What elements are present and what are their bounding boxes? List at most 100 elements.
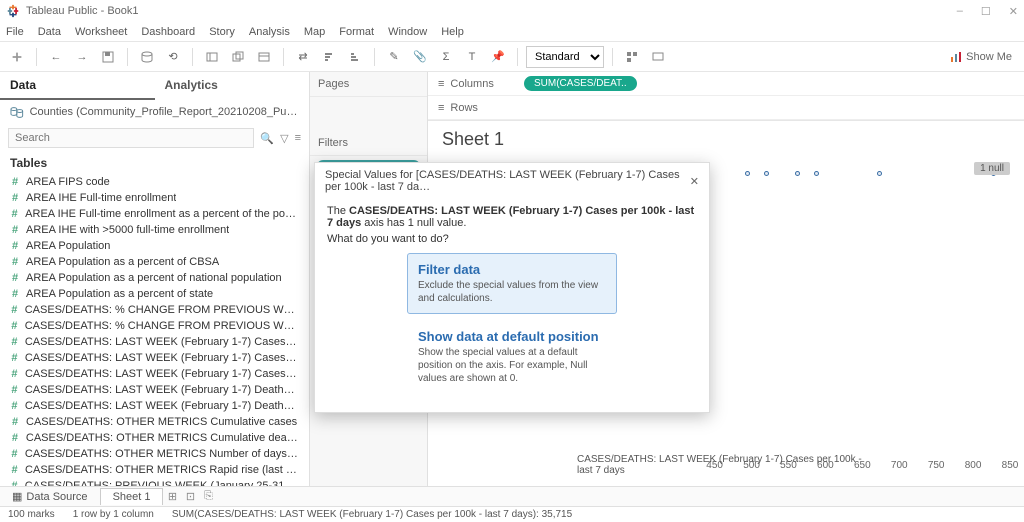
rows-shelf[interactable]: ≡Rows (428, 96, 1024, 120)
field-item[interactable]: #CASES/DEATHS: OTHER METRICS Number of d… (0, 446, 309, 462)
minimize-icon[interactable]: – (957, 5, 963, 18)
columns-shelf[interactable]: ≡Columns SUM(CASES/DEAT.. (428, 72, 1024, 96)
field-item[interactable]: #CASES/DEATHS: LAST WEEK (February 1-7) … (0, 366, 309, 382)
tab-data-source[interactable]: ▦Data Source (0, 488, 100, 505)
sheet-tab-bar: ▦Data Source Sheet 1 ⊞ ⊡ ⎘ (0, 486, 1024, 506)
save-button[interactable] (97, 46, 119, 68)
field-item[interactable]: #AREA IHE Full-time enrollment (0, 190, 309, 206)
sheet-title[interactable]: Sheet 1 (428, 121, 1024, 158)
presentation-button[interactable] (647, 46, 669, 68)
tab-analytics[interactable]: Analytics (155, 72, 310, 100)
field-item[interactable]: #CASES/DEATHS: LAST WEEK (February 1-7) … (0, 382, 309, 398)
field-item[interactable]: #AREA Population as a percent of state (0, 286, 309, 302)
rows-icon: ≡ (438, 102, 444, 114)
data-mark[interactable] (745, 171, 750, 176)
field-item[interactable]: #AREA Population as a percent of nationa… (0, 270, 309, 286)
data-mark[interactable] (795, 171, 800, 176)
field-item[interactable]: #CASES/DEATHS: % CHANGE FROM PREVIOUS WE… (0, 318, 309, 334)
field-item[interactable]: #CASES/DEATHS: OTHER METRICS Rapid rise … (0, 462, 309, 478)
field-item[interactable]: #AREA IHE Full-time enrollment as a perc… (0, 206, 309, 222)
axis-tick: 850 (1002, 460, 1019, 471)
datasource-name: Counties (Community_Profile_Report_20210… (30, 106, 299, 118)
menu-story[interactable]: Story (209, 26, 235, 38)
status-dims: 1 row by 1 column (73, 509, 154, 520)
back-button[interactable]: ← (45, 46, 67, 68)
field-item[interactable]: #AREA Population (0, 238, 309, 254)
group-button[interactable]: 📎 (409, 46, 431, 68)
field-item[interactable]: #CASES/DEATHS: OTHER METRICS Cumulative … (0, 414, 309, 430)
duplicate-button[interactable] (227, 46, 249, 68)
dialog-close-icon[interactable]: ✕ (690, 175, 699, 188)
fit-select[interactable]: Standard (526, 46, 604, 68)
menu-map[interactable]: Map (304, 26, 325, 38)
swap-button[interactable]: ⇄ (292, 46, 314, 68)
field-item[interactable]: #AREA Population as a percent of CBSA (0, 254, 309, 270)
close-icon[interactable]: ✕ (1009, 5, 1018, 18)
data-mark[interactable] (764, 171, 769, 176)
columns-icon: ≡ (438, 78, 444, 90)
filter-fields-icon[interactable]: ▽ (280, 132, 288, 145)
tab-sheet1[interactable]: Sheet 1 (100, 488, 164, 505)
show-me-button[interactable]: Show Me (944, 46, 1018, 68)
highlight-button[interactable]: ✎ (383, 46, 405, 68)
search-icon[interactable]: 🔍 (260, 132, 274, 145)
field-item[interactable]: #CASES/DEATHS: % CHANGE FROM PREVIOUS WE… (0, 302, 309, 318)
axis-tick: 750 (928, 460, 945, 471)
menu-analysis[interactable]: Analysis (249, 26, 290, 38)
measure-icon: # (10, 384, 19, 396)
menu-format[interactable]: Format (339, 26, 374, 38)
menu-worksheet[interactable]: Worksheet (75, 26, 127, 38)
search-input[interactable] (8, 128, 254, 148)
refresh-button[interactable]: ⟲ (162, 46, 184, 68)
menu-help[interactable]: Help (441, 26, 464, 38)
data-mark[interactable] (814, 171, 819, 176)
totals-button[interactable]: Σ (435, 46, 457, 68)
label-button[interactable]: T (461, 46, 483, 68)
new-data-button[interactable] (136, 46, 158, 68)
measure-icon: # (10, 368, 19, 380)
clear-button[interactable] (253, 46, 275, 68)
dialog-question: What do you want to do? (327, 233, 697, 245)
menu-dashboard[interactable]: Dashboard (141, 26, 195, 38)
data-mark[interactable] (877, 171, 882, 176)
pin-button[interactable]: 📌 (487, 46, 509, 68)
menu-file[interactable]: File (6, 26, 24, 38)
menu-data[interactable]: Data (38, 26, 61, 38)
columns-pill[interactable]: SUM(CASES/DEAT.. (524, 76, 637, 91)
axis-tick: 800 (965, 460, 982, 471)
field-item[interactable]: #CASES/DEATHS: LAST WEEK (February 1-7) … (0, 398, 309, 414)
cards-button[interactable] (621, 46, 643, 68)
status-marks: 100 marks (8, 509, 55, 520)
option-show-default[interactable]: Show data at default position Show the s… (407, 320, 617, 394)
tableau-icon[interactable] (6, 46, 28, 68)
menu-window[interactable]: Window (388, 26, 427, 38)
measure-icon: # (10, 400, 19, 412)
new-worksheet-tab-icon[interactable]: ⊞ (163, 490, 181, 503)
field-item[interactable]: #AREA IHE with >5000 full-time enrollmen… (0, 222, 309, 238)
tab-data[interactable]: Data (0, 72, 155, 100)
new-dashboard-tab-icon[interactable]: ⊡ (181, 490, 199, 503)
field-item[interactable]: #CASES/DEATHS: LAST WEEK (February 1-7) … (0, 350, 309, 366)
maximize-icon[interactable]: ☐ (981, 5, 991, 18)
status-sum: SUM(CASES/DEATHS: LAST WEEK (February 1-… (172, 509, 572, 520)
field-item[interactable]: #AREA FIPS code (0, 174, 309, 190)
sort-desc-button[interactable] (344, 46, 366, 68)
dialog-title: Special Values for [CASES/DEATHS: LAST W… (325, 169, 690, 193)
new-worksheet-button[interactable] (201, 46, 223, 68)
pages-shelf[interactable] (310, 97, 427, 131)
measure-icon: # (10, 352, 19, 364)
axis-tick: 700 (891, 460, 908, 471)
forward-button[interactable]: → (71, 46, 93, 68)
measure-icon: # (10, 224, 20, 236)
x-axis-title: CASES/DEATHS: LAST WEEK (February 1-7) C… (577, 454, 875, 476)
fields-menu-icon[interactable]: ≡ (295, 132, 301, 144)
option-filter-data[interactable]: Filter data Exclude the special values f… (407, 253, 617, 314)
datasource-row[interactable]: Counties (Community_Profile_Report_20210… (0, 100, 309, 124)
field-item[interactable]: #CASES/DEATHS: OTHER METRICS Cumulative … (0, 430, 309, 446)
field-item[interactable]: #CASES/DEATHS: LAST WEEK (February 1-7) … (0, 334, 309, 350)
measure-icon: # (10, 320, 19, 332)
sort-asc-button[interactable] (318, 46, 340, 68)
null-indicator[interactable]: 1 null (974, 162, 1010, 175)
field-item[interactable]: #CASES/DEATHS: PREVIOUS WEEK (January 25… (0, 478, 309, 486)
new-story-tab-icon[interactable]: ⎘ (199, 490, 217, 503)
